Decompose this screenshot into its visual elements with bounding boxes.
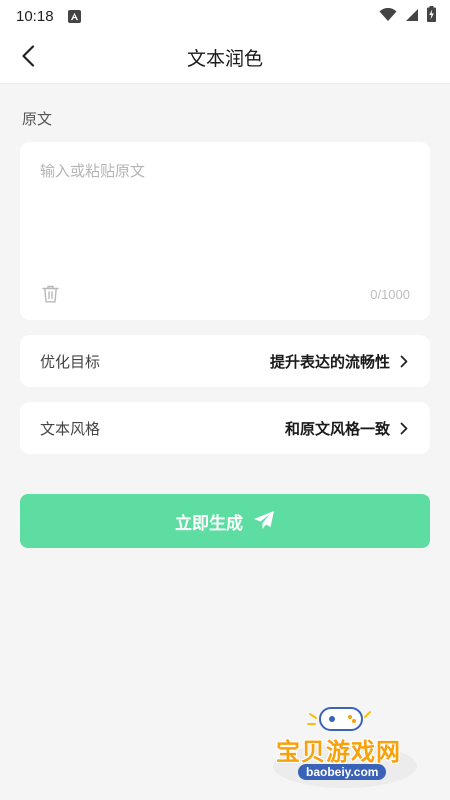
- paper-plane-icon: [253, 510, 275, 533]
- clear-text-button[interactable]: [40, 285, 60, 307]
- chevron-right-icon: [400, 355, 408, 368]
- back-button[interactable]: [14, 44, 42, 72]
- generate-button-label: 立即生成: [175, 513, 243, 534]
- status-icons: [379, 6, 436, 26]
- text-style-label: 文本风格: [40, 419, 101, 438]
- watermark-logo: 宝贝游戏网 baobeiy.com: [270, 700, 420, 792]
- chevron-right-icon: [400, 422, 408, 435]
- source-text-input[interactable]: [40, 160, 410, 270]
- optimize-goal-value: 提升表达的流畅性: [269, 352, 390, 371]
- optimize-goal-label: 优化目标: [40, 352, 101, 371]
- wifi-icon: [379, 7, 397, 26]
- text-style-row[interactable]: 文本风格 和原文风格一致: [20, 402, 430, 454]
- optimize-goal-row[interactable]: 优化目标 提升表达的流畅性: [20, 335, 430, 387]
- generate-button[interactable]: 立即生成: [20, 494, 430, 548]
- battery-charging-icon: [427, 6, 436, 26]
- watermark-title: 宝贝游戏网: [276, 738, 401, 766]
- trash-icon: [41, 285, 59, 307]
- chevron-left-icon: [21, 45, 35, 71]
- source-card: 0/1000: [20, 142, 430, 320]
- a-icon: [67, 9, 81, 23]
- nav-bar: 文本润色: [0, 32, 450, 84]
- page-title: 文本润色: [186, 48, 263, 70]
- watermark-url: baobeiy.com: [298, 764, 387, 780]
- source-label: 原文: [22, 110, 53, 128]
- signal-icon: [405, 7, 419, 26]
- char-counter: 0/1000: [370, 287, 410, 302]
- status-bar: 10:18: [0, 0, 450, 32]
- status-time: 10:18: [16, 7, 54, 25]
- text-style-value: 和原文风格一致: [284, 419, 390, 438]
